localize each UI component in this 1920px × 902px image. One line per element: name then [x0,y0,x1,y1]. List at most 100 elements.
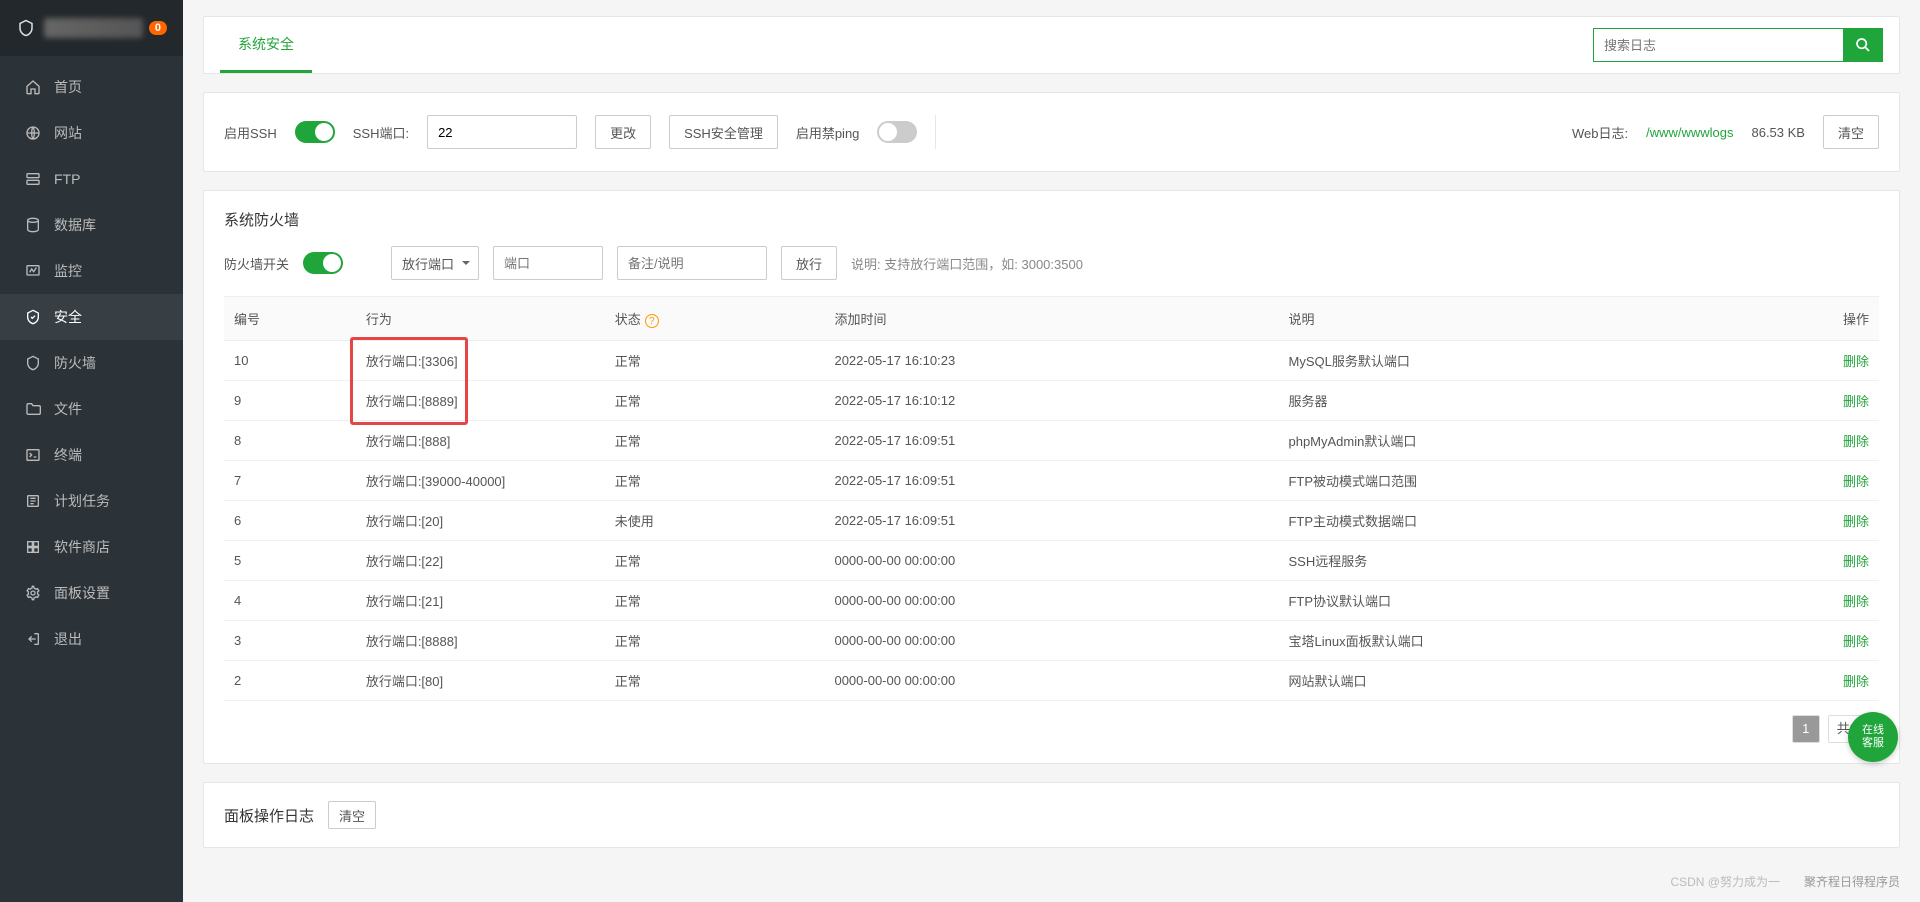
delete-link[interactable]: 删除 [1843,674,1869,689]
table-row: 9放行端口:[8889]正常2022-05-17 16:10:12服务器删除 [224,381,1879,421]
search-icon [1855,37,1871,53]
firewall-controls: 防火墙开关 放行端口 放行 说明: 支持放行端口范围，如: 3000:3500 [224,246,1879,280]
cell-time: 0000-00-00 00:00:00 [824,661,1278,701]
delete-link[interactable]: 删除 [1843,474,1869,489]
main-content: 系统安全 启用SSH SSH端口: 更改 SSH安全管理 启用禁ping [183,0,1920,902]
table-row: 4放行端口:[21]正常0000-00-00 00:00:00FTP协议默认端口… [224,581,1879,621]
online-service-button[interactable]: 在线 客服 [1848,712,1898,762]
sidebar-item-ftp[interactable]: FTP [0,156,183,202]
sidebar: 0 首页网站FTP 数据库监控安全防火墙文件终端计划任务软件商店面板设置退出 [0,0,183,902]
search-group [1593,28,1883,62]
delete-link[interactable]: 删除 [1843,554,1869,569]
sidebar-item-label: 文件 [54,399,82,419]
cell-op: 删除 [1791,661,1879,701]
sidebar-item-label: 首页 [54,77,82,97]
cell-action: 放行端口:[3306] [356,341,605,381]
cell-status: 正常 [605,341,825,381]
sidebar-item-label: 数据库 [54,215,96,235]
delete-link[interactable]: 删除 [1843,634,1869,649]
notification-badge[interactable]: 0 [149,21,167,35]
cell-desc: phpMyAdmin默认端口 [1278,421,1791,461]
terminal-icon [24,446,42,464]
sidebar-item-logout[interactable]: 退出 [0,616,183,662]
cell-id: 2 [224,661,356,701]
log-card: 面板操作日志 清空 [203,782,1900,848]
cell-status: 正常 [605,581,825,621]
cell-action: 放行端口:[20] [356,501,605,541]
cell-desc: 网站默认端口 [1278,661,1791,701]
cell-desc: 服务器 [1278,381,1791,421]
delete-link[interactable]: 删除 [1843,354,1869,369]
delete-link[interactable]: 删除 [1843,434,1869,449]
weblog-path-link[interactable]: /www/wwwlogs [1646,125,1733,140]
table-row: 3放行端口:[8888]正常0000-00-00 00:00:00宝塔Linux… [224,621,1879,661]
col-status: 状态? [605,297,825,341]
cell-desc: FTP主动模式数据端口 [1278,501,1791,541]
file-icon [24,400,42,418]
page-current[interactable]: 1 [1792,715,1820,743]
cell-desc: FTP协议默认端口 [1278,581,1791,621]
table-row: 10放行端口:[3306]正常2022-05-17 16:10:23MySQL服… [224,341,1879,381]
delete-link[interactable]: 删除 [1843,394,1869,409]
cell-id: 5 [224,541,356,581]
col-action: 行为 [356,297,605,341]
cell-id: 6 [224,501,356,541]
cell-action: 放行端口:[39000-40000] [356,461,605,501]
sidebar-item-db[interactable]: 数据库 [0,202,183,248]
search-input[interactable] [1593,28,1843,62]
pager: 1 共9条 [224,701,1879,745]
sidebar-item-firewall[interactable]: 防火墙 [0,340,183,386]
delete-link[interactable]: 删除 [1843,514,1869,529]
cell-op: 删除 [1791,381,1879,421]
cell-action: 放行端口:[888] [356,421,605,461]
divider [935,115,936,149]
firewall-switch-toggle[interactable] [303,252,343,274]
sidebar-item-label: 监控 [54,261,82,281]
cell-status: 正常 [605,661,825,701]
port-type-value: 放行端口 [402,254,454,273]
release-button[interactable]: 放行 [781,246,837,280]
weblog-size: 86.53 KB [1751,125,1805,140]
cron-icon [24,492,42,510]
ssh-port-input[interactable] [427,115,577,149]
sidebar-item-home[interactable]: 首页 [0,64,183,110]
table-row: 5放行端口:[22]正常0000-00-00 00:00:00SSH远程服务删除 [224,541,1879,581]
shield-logo-icon [16,18,36,38]
cell-status: 正常 [605,421,825,461]
cell-time: 0000-00-00 00:00:00 [824,581,1278,621]
sidebar-item-cron[interactable]: 计划任务 [0,478,183,524]
cell-time: 2022-05-17 16:09:51 [824,421,1278,461]
clear-weblog-button[interactable]: 清空 [1823,115,1879,149]
watermark-right: 聚齐程日得程序员 [1804,873,1900,890]
enable-ssh-toggle[interactable] [295,121,335,143]
cell-op: 删除 [1791,421,1879,461]
security-icon [24,308,42,326]
col-op: 操作 [1791,297,1879,341]
cell-action: 放行端口:[22] [356,541,605,581]
sidebar-item-file[interactable]: 文件 [0,386,183,432]
port-type-select[interactable]: 放行端口 [391,246,479,280]
cell-time: 2022-05-17 16:10:23 [824,341,1278,381]
sidebar-item-label: 防火墙 [54,353,96,373]
delete-link[interactable]: 删除 [1843,594,1869,609]
site-icon [24,124,42,142]
sidebar-item-site[interactable]: 网站 [0,110,183,156]
search-button[interactable] [1843,28,1883,62]
change-port-button[interactable]: 更改 [595,115,651,149]
logout-icon [24,630,42,648]
sidebar-item-terminal[interactable]: 终端 [0,432,183,478]
cell-status: 未使用 [605,501,825,541]
sidebar-header: 0 [0,0,183,56]
help-icon[interactable]: ? [645,314,659,328]
sidebar-item-security[interactable]: 安全 [0,294,183,340]
sidebar-item-monitor[interactable]: 监控 [0,248,183,294]
ssh-security-manage-button[interactable]: SSH安全管理 [669,115,778,149]
col-desc: 说明 [1278,297,1791,341]
clear-log-button[interactable]: 清空 [328,801,376,829]
sidebar-item-settings[interactable]: 面板设置 [0,570,183,616]
sidebar-item-store[interactable]: 软件商店 [0,524,183,570]
tab-system-security[interactable]: 系统安全 [220,17,312,73]
port-input[interactable] [493,246,603,280]
enable-ping-toggle[interactable] [877,121,917,143]
note-input[interactable] [617,246,767,280]
